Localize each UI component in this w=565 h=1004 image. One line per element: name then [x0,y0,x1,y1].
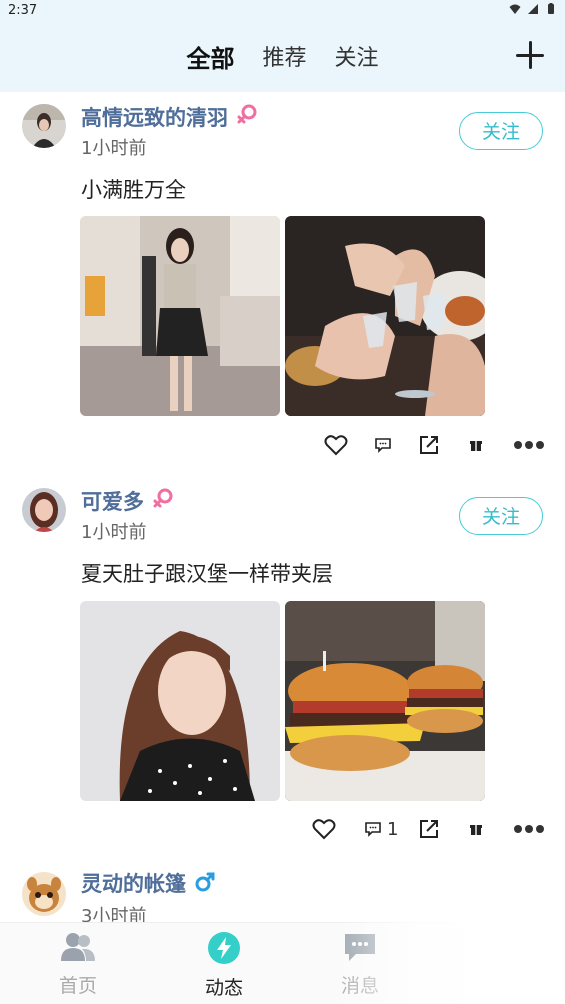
male-icon [194,870,216,899]
share-button[interactable] [418,814,440,844]
comment-button[interactable] [374,430,397,460]
post-card: 灵动的帐篷 3小时前 [0,860,565,922]
comment-icon [365,822,381,837]
nav-messages[interactable]: 消息 [300,931,420,998]
heart-icon [324,435,348,456]
toast-glasses-photo[interactable] [285,216,485,416]
follow-button[interactable]: 关注 [459,497,543,535]
post-username[interactable]: 高情远致的清羽 [81,102,258,133]
post-card: 可爱多 1小时前 关注 夏天肚子跟汉堡一样带夹层 1 [0,476,565,860]
share-icon [420,820,438,838]
nav-home[interactable]: 首页 [18,931,138,998]
nav-home-label: 首页 [58,975,97,997]
avatar[interactable] [22,104,66,148]
more-button[interactable] [513,430,545,460]
heart-icon [312,819,336,840]
comment-icon [375,438,391,453]
avatar[interactable] [22,488,66,532]
bottom-nav: 首页 动态 消息 [0,922,565,1004]
app-screen: 2:37 全部 推荐 关注 高情远致的清羽 1小时前 关注 小满胜万全 可爱多 … [0,0,565,1004]
comment-button[interactable]: 1 [364,814,398,844]
post-card: 高情远致的清羽 1小时前 关注 小满胜万全 [0,92,565,476]
status-icons [509,3,557,15]
more-dots-icon [514,825,544,833]
more-button[interactable] [513,814,545,844]
tab-all[interactable]: 全部 [186,39,234,74]
add-post-button[interactable] [513,38,547,72]
status-time: 2:37 [8,3,38,18]
nav-messages-label: 消息 [340,975,379,997]
username-text[interactable]: 可爱多 [81,490,144,514]
portrait-photo[interactable] [80,601,280,801]
like-button[interactable] [312,814,336,844]
battery-icon [548,3,554,14]
gift-button[interactable] [469,430,483,460]
female-icon [152,488,174,517]
chat-icon [345,934,375,961]
follow-button[interactable]: 关注 [459,112,543,150]
people-icon [61,933,95,961]
avatar[interactable] [22,872,66,916]
comment-count: 1 [387,818,399,840]
tab-following[interactable]: 关注 [335,40,379,72]
feed-tabs: 全部 推荐 关注 [0,38,565,74]
post-time: 1小时前 [81,138,147,159]
post-time: 1小时前 [81,522,147,543]
post-actions [0,430,565,460]
mirror-selfie-photo[interactable] [80,216,280,416]
post-content: 夏天肚子跟汉堡一样带夹层 [81,562,333,586]
wifi-icon [509,4,521,14]
more-dots-icon [514,441,544,449]
share-button[interactable] [418,430,440,460]
post-actions: 1 [0,814,565,844]
top-bar: 2:37 全部 推荐 关注 [0,0,565,92]
gift-icon [470,441,482,451]
lightning-icon [208,932,240,964]
post-content: 小满胜万全 [81,178,186,202]
signal-icon [528,4,538,14]
username-text[interactable]: 高情远致的清羽 [81,106,228,130]
gift-button[interactable] [469,814,483,844]
username-text[interactable]: 灵动的帐篷 [81,872,186,896]
like-button[interactable] [324,430,348,460]
gift-icon [470,825,482,835]
post-username[interactable]: 可爱多 [81,486,174,517]
nav-feed[interactable]: 动态 [164,931,284,1000]
feed-list: 高情远致的清羽 1小时前 关注 小满胜万全 可爱多 1小时前 关注 夏天肚子跟汉… [0,92,565,922]
post-time: 3小时前 [81,906,147,922]
female-icon [236,104,258,133]
post-username[interactable]: 灵动的帐篷 [81,868,216,899]
nav-feed-label: 动态 [204,977,243,999]
share-icon [420,436,438,454]
tab-recommend[interactable]: 推荐 [262,40,306,72]
burgers-photo[interactable] [285,601,485,801]
